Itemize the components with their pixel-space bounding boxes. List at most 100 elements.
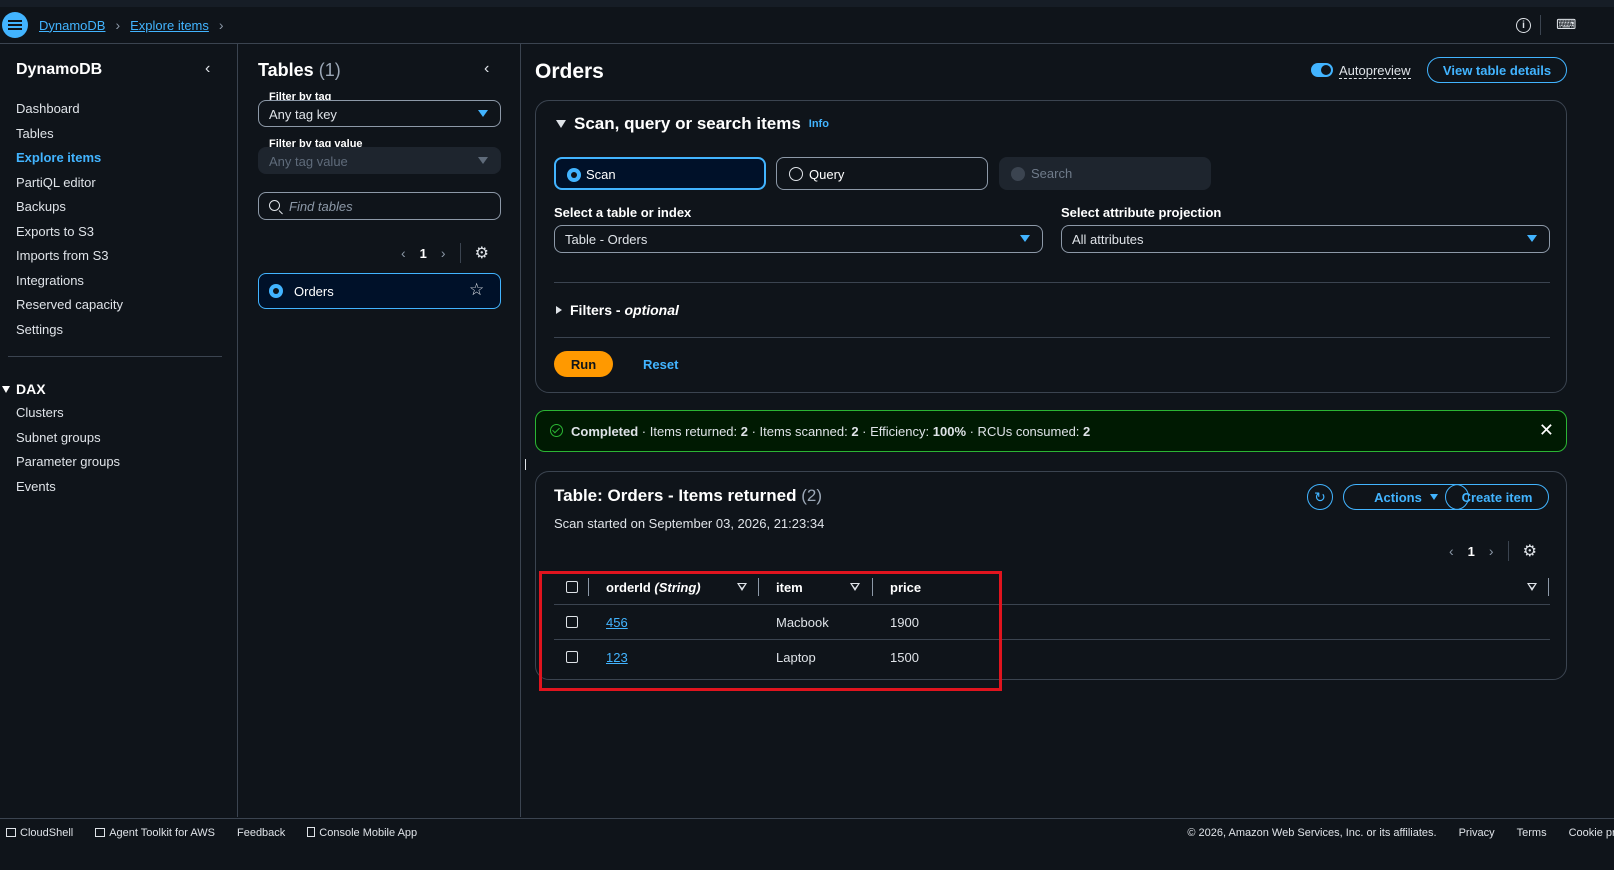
caret-down-icon [478, 110, 488, 117]
toolkit-icon [95, 828, 106, 837]
caret-down-icon [2, 386, 10, 393]
column-divider [1548, 578, 1549, 596]
copyright-text: © 2026, Amazon Web Services, Inc. or its… [1187, 827, 1437, 839]
page-title: Orders [535, 60, 604, 83]
page-number[interactable]: 1 [420, 246, 427, 261]
autopreview-label: Autopreview [1339, 63, 1411, 79]
refresh-button[interactable]: ↻ [1307, 484, 1333, 510]
terminal-icon [6, 828, 16, 837]
sidebar-item-integrations[interactable]: Integrations [16, 269, 123, 294]
next-page-button[interactable]: › [1489, 543, 1494, 559]
refresh-icon: ↻ [1314, 488, 1326, 505]
tables-title: Tables (1) [258, 60, 341, 80]
collapse-tables-button[interactable]: ‹ [484, 60, 489, 78]
prev-page-button[interactable]: ‹ [401, 245, 406, 261]
info-icon: i [1516, 18, 1531, 33]
next-page-button[interactable]: › [441, 245, 446, 261]
menu-button[interactable] [2, 12, 28, 38]
sort-icon[interactable] [1527, 583, 1537, 591]
sidebar-item-settings[interactable]: Settings [16, 318, 123, 343]
prev-page-button[interactable]: ‹ [1449, 543, 1454, 559]
text-cursor [525, 459, 526, 470]
breadcrumb-explore-items[interactable]: Explore items [130, 18, 209, 33]
info-link[interactable]: Info [809, 118, 829, 130]
divider [1540, 15, 1541, 35]
close-icon[interactable]: ✕ [1539, 420, 1554, 441]
mode-search: Search [999, 157, 1211, 190]
sidebar-item-dashboard[interactable]: Dashboard [16, 97, 123, 122]
sidebar-item-imports-s3[interactable]: Imports from S3 [16, 244, 123, 269]
tables-panel: Tables (1) ‹ Filter by tag Any tag key F… [238, 44, 521, 817]
find-tables-input[interactable]: Find tables [258, 192, 501, 220]
caret-down-icon [556, 120, 566, 128]
table-item-orders[interactable]: Orders ☆ [258, 273, 501, 309]
agent-toolkit-link[interactable]: Agent Toolkit for AWS [95, 827, 215, 839]
sidebar-item-partiql-editor[interactable]: PartiQL editor [16, 171, 123, 196]
sidebar-title: DynamoDB [16, 61, 103, 78]
results-pagination: ‹ 1 › ⚙ [1449, 541, 1537, 561]
sidebar-nav: Dashboard Tables Explore items PartiQL e… [16, 97, 123, 342]
sidebar-item-explore-items[interactable]: Explore items [16, 146, 123, 171]
hamburger-icon [8, 20, 22, 30]
sidebar-item-subnet-groups[interactable]: Subnet groups [16, 426, 120, 451]
sidebar-item-exports-s3[interactable]: Exports to S3 [16, 220, 123, 245]
view-table-details-button[interactable]: View table details [1427, 57, 1567, 83]
caret-right-icon [556, 306, 562, 314]
sidebar-item-parameter-groups[interactable]: Parameter groups [16, 450, 120, 475]
sidebar-item-tables[interactable]: Tables [16, 122, 123, 147]
scan-started-text: Scan started on September 03, 2026, 21:2… [554, 516, 825, 531]
divider [554, 282, 1550, 283]
cloudshell-link[interactable]: CloudShell [6, 827, 73, 839]
feedback-icon[interactable]: ⌨ [1556, 16, 1576, 33]
privacy-link[interactable]: Privacy [1459, 827, 1495, 839]
main-content: Orders Autopreview View table details Sc… [521, 44, 1614, 817]
terms-link[interactable]: Terms [1517, 827, 1547, 839]
reset-button[interactable]: Reset [643, 357, 678, 372]
create-item-button[interactable]: Create item [1445, 484, 1549, 510]
dax-nav: Clusters Subnet groups Parameter groups … [16, 401, 120, 499]
info-button[interactable]: i [1516, 18, 1531, 33]
scan-panel-heading: Scan, query or search items [574, 114, 801, 133]
radio-selected-icon [269, 284, 283, 298]
projection-select[interactable]: All attributes [1061, 225, 1550, 253]
mode-scan[interactable]: Scan [554, 157, 766, 190]
gear-icon[interactable]: ⚙ [1523, 541, 1537, 561]
radio-disabled-icon [1011, 167, 1025, 181]
chevron-right-icon: › [115, 17, 121, 33]
breadcrumb-dynamodb[interactable]: DynamoDB [39, 18, 105, 33]
mobile-icon [307, 827, 316, 837]
search-icon [269, 200, 280, 211]
highlight-annotation-box [539, 571, 1002, 691]
caret-down-icon [1429, 494, 1438, 500]
radio-selected-icon [567, 168, 581, 182]
sidebar-item-backups[interactable]: Backups [16, 195, 123, 220]
filters-toggle[interactable]: Filters - optional [556, 302, 679, 318]
sidebar-item-events[interactable]: Events [16, 475, 120, 500]
gear-icon[interactable]: ⚙ [475, 243, 489, 263]
feedback-link[interactable]: Feedback [237, 827, 285, 839]
sidebar-item-reserved-capacity[interactable]: Reserved capacity [16, 293, 123, 318]
dax-section-toggle[interactable]: DAX [2, 381, 46, 397]
success-alert: Completed · Items returned: 2 · Items sc… [535, 410, 1567, 452]
autopreview-toggle[interactable] [1311, 63, 1333, 77]
collapse-sidebar-button[interactable]: ‹ [205, 60, 210, 78]
top-bar: DynamoDB › Explore items › i ⌨ [0, 7, 1614, 44]
breadcrumb: DynamoDB › Explore items › [39, 17, 224, 33]
table-index-select[interactable]: Table - Orders [554, 225, 1043, 253]
caret-down-icon [1527, 235, 1537, 242]
sidebar-item-clusters[interactable]: Clusters [16, 401, 120, 426]
divider [554, 337, 1550, 338]
cookie-preferences-link[interactable]: Cookie preferences [1569, 827, 1614, 839]
star-icon[interactable]: ☆ [469, 280, 484, 300]
filter-tag-select[interactable]: Any tag key [258, 100, 501, 127]
run-button[interactable]: Run [554, 351, 613, 377]
console-mobile-app-link[interactable]: Console Mobile App [307, 827, 417, 839]
table-index-label: Select a table or index [554, 205, 692, 220]
footer: CloudShell Agent Toolkit for AWS Feedbac… [0, 818, 1614, 870]
scan-query-panel: Scan, query or search items Info Scan Qu… [535, 100, 1567, 393]
scan-panel-header[interactable]: Scan, query or search items Info [556, 114, 829, 134]
mode-query[interactable]: Query [776, 157, 988, 190]
page-number[interactable]: 1 [1468, 544, 1475, 559]
tables-pagination: ‹ 1 › ⚙ [401, 243, 489, 263]
divider [1507, 541, 1509, 561]
